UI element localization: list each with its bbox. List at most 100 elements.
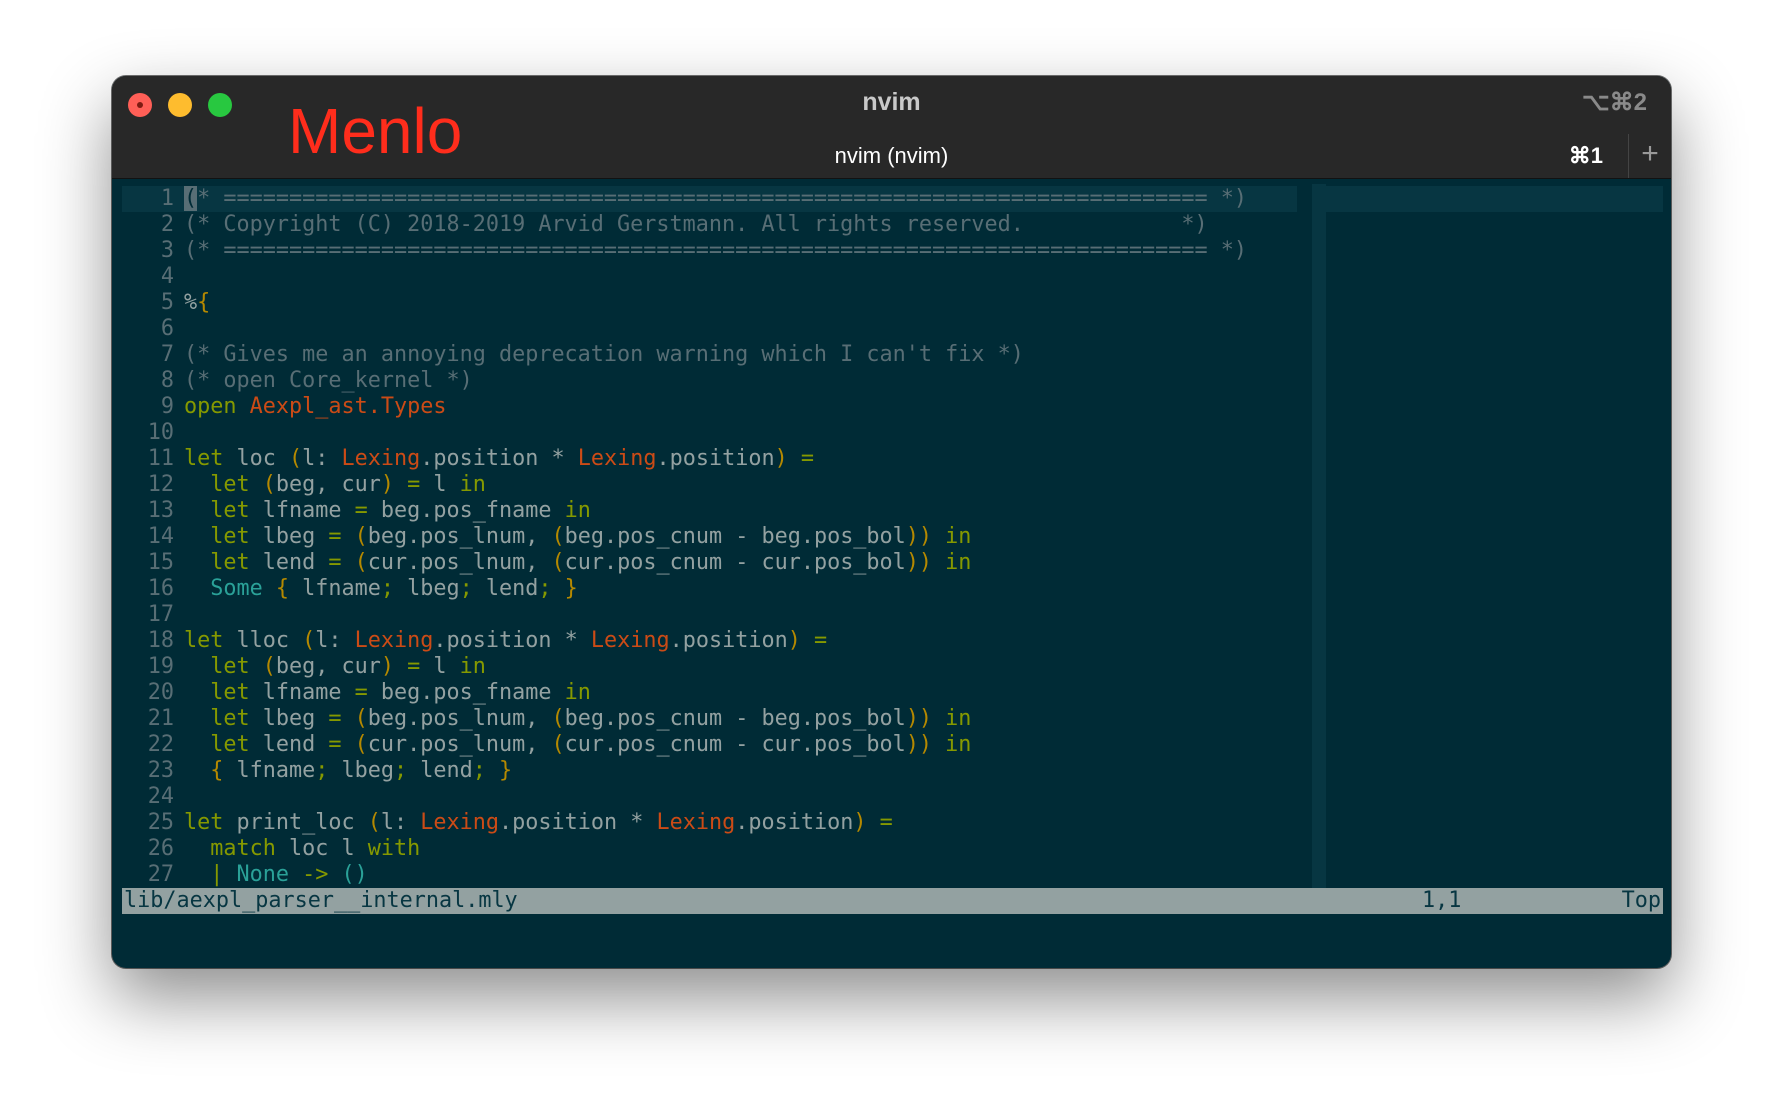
code-token: = <box>354 680 381 705</box>
code-token: let <box>184 706 263 731</box>
code-buffer[interactable]: 1 (* ====================================… <box>122 184 1297 894</box>
code-token: beg.pos_cnum - beg.pos_bol <box>564 524 906 549</box>
code-line[interactable]: 7 (* Gives me an annoying deprecation war… <box>122 342 1024 368</box>
code-line[interactable]: 21 let lbeg = (beg.pos_lnum, (beg.pos_cn… <box>122 706 972 732</box>
code-token: in <box>932 550 972 575</box>
code-line[interactable]: 5 %{ <box>122 290 210 316</box>
cursorline-highlight <box>1312 186 1663 212</box>
code-token: in <box>932 524 972 549</box>
code-token: let <box>184 810 224 835</box>
line-text: let (beg, cur) = l in <box>184 472 486 497</box>
code-line[interactable]: 18 let lloc (l: Lexing.position * Lexing.… <box>122 628 827 654</box>
code-token: = <box>393 472 434 497</box>
line-number: 1 <box>160 186 174 211</box>
tab-nvim[interactable]: nvim (nvim) <box>112 143 1671 169</box>
line-number: 13 <box>147 498 174 523</box>
line-text: let lloc (l: Lexing.position * Lexing.po… <box>184 628 827 653</box>
code-line[interactable]: 13 let lfname = beg.pos_fname in <box>122 498 591 524</box>
code-token: (* Gives me an annoying deprecation warn… <box>184 342 1024 367</box>
code-line[interactable]: 6 <box>122 316 184 342</box>
code-token: None <box>236 862 303 887</box>
code-line[interactable]: 17 <box>122 602 184 628</box>
code-token: Lexing <box>354 628 434 653</box>
code-token: beg.pos_lnum, <box>367 706 552 731</box>
code-token: lfname <box>236 758 316 783</box>
line-number: 3 <box>160 238 174 263</box>
code-line[interactable]: 2 (* Copyright (C) 2018-2019 Arvid Gerstm… <box>122 212 1208 238</box>
line-number: 5 <box>160 290 174 315</box>
code-token: lend <box>407 758 473 783</box>
code-line[interactable]: 8 (* open Core_kernel *) <box>122 368 473 394</box>
code-token: ; <box>459 576 473 601</box>
code-line[interactable]: 16 Some { lfname; lbeg; lend; } <box>122 576 578 602</box>
line-number: 12 <box>147 472 174 497</box>
line-text: let loc (l: Lexing.position * Lexing.pos… <box>184 446 814 471</box>
line-text: %{ <box>184 290 210 315</box>
code-line[interactable]: 24 <box>122 784 184 810</box>
code-token: (* Copyright (C) 2018-2019 Arvid Gerstma… <box>184 212 1208 237</box>
code-token: ( <box>354 706 368 731</box>
code-token: l: <box>315 628 355 653</box>
code-line[interactable]: 22 let lend = (cur.pos_lnum, (cur.pos_cn… <box>122 732 972 758</box>
status-cursor-position: 1,1 <box>1422 888 1462 913</box>
code-line[interactable]: 4 <box>122 264 184 290</box>
line-text: (* =====================================… <box>184 238 1247 263</box>
code-line[interactable]: 12 let (beg, cur) = l in <box>122 472 486 498</box>
code-token: let <box>184 524 263 549</box>
code-token: lbeg <box>262 524 329 549</box>
code-token: ( <box>289 446 303 471</box>
code-token: ( <box>551 550 565 575</box>
code-token: ( <box>367 810 381 835</box>
code-line[interactable]: 14 let lbeg = (beg.pos_lnum, (beg.pos_cn… <box>122 524 972 550</box>
code-token: lbeg <box>328 758 394 783</box>
code-line[interactable]: 19 let (beg, cur) = l in <box>122 654 486 680</box>
code-token: .position <box>669 628 788 653</box>
code-token: let <box>184 732 263 757</box>
code-token: )) <box>905 732 933 757</box>
code-token: ; <box>380 576 394 601</box>
code-token: in <box>564 680 591 705</box>
terminal-window: nvim ⌥⌘2 Menlo nvim (nvim) ⌘1 + 1 (* ====… <box>112 76 1671 968</box>
code-token: in <box>459 472 486 497</box>
tab-shortcut-label: ⌘1 <box>1568 143 1603 168</box>
code-line[interactable]: 15 let lend = (cur.pos_lnum, (cur.pos_cn… <box>122 550 972 576</box>
line-text: (* Gives me an annoying deprecation warn… <box>184 342 1024 367</box>
code-token: Aexpl_ast.Types <box>249 394 447 419</box>
code-line[interactable]: 26 match loc l with <box>122 836 420 862</box>
code-token: .position <box>735 810 854 835</box>
line-text: let lend = (cur.pos_lnum, (cur.pos_cnum … <box>184 732 971 757</box>
code-line[interactable]: 1 (* ====================================… <box>122 186 1297 212</box>
code-token: | <box>184 862 237 887</box>
code-token: Lexing <box>656 810 736 835</box>
line-text: (* Copyright (C) 2018-2019 Arvid Gerstma… <box>184 212 1208 237</box>
code-line[interactable]: 23 { lfname; lbeg; lend; } <box>122 758 512 784</box>
code-token: ; <box>315 758 329 783</box>
code-token: .position <box>656 446 775 471</box>
code-token: } <box>485 758 513 783</box>
status-scroll-percent: Top <box>1621 888 1661 913</box>
code-token: ( <box>551 732 565 757</box>
text-cursor: ( <box>184 186 198 211</box>
code-token: ; <box>538 576 552 601</box>
right-split-pane[interactable] <box>1312 184 1663 894</box>
code-token: Lexing <box>577 446 657 471</box>
code-token: ) <box>853 810 867 835</box>
line-text: let lfname = beg.pos_fname in <box>184 498 591 523</box>
code-token: ) <box>380 472 394 497</box>
code-token: let <box>184 680 263 705</box>
new-tab-plus-icon[interactable]: + <box>1628 134 1671 178</box>
code-line[interactable]: 20 let lfname = beg.pos_fname in <box>122 680 591 706</box>
code-token: cur.pos_cnum - cur.pos_bol <box>564 550 906 575</box>
code-line[interactable]: 3 (* ====================================… <box>122 238 1247 264</box>
editor-area[interactable]: 1 (* ====================================… <box>122 184 1663 894</box>
code-token: )) <box>905 706 933 731</box>
code-line[interactable]: 9 open Aexpl_ast.Types <box>122 394 447 420</box>
code-line[interactable]: 27 | None -> () <box>122 862 368 888</box>
code-line[interactable]: 25 let print_loc (l: Lexing.position * Le… <box>122 810 893 836</box>
code-line[interactable]: 11 let loc (l: Lexing.position * Lexing.p… <box>122 446 814 472</box>
code-token: lloc <box>223 628 303 653</box>
code-line[interactable]: 10 <box>122 420 184 446</box>
code-token: = <box>866 810 893 835</box>
code-token: in <box>932 706 972 731</box>
code-token: ) <box>774 446 788 471</box>
